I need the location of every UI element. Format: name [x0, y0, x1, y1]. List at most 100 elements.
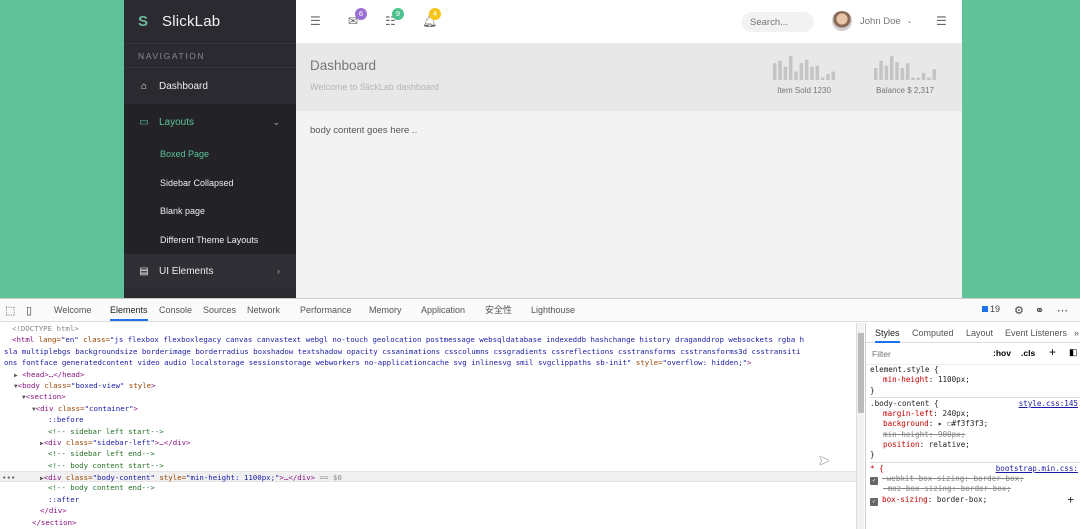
- mail-badge: 6: [355, 8, 367, 20]
- dom-line[interactable]: <!-- body content start-->: [0, 460, 856, 471]
- search-input[interactable]: [742, 12, 814, 32]
- scrollbar-thumb[interactable]: [858, 333, 864, 413]
- submenu-item-blank-page[interactable]: Blank page: [124, 197, 296, 226]
- tab-event-listeners[interactable]: Event Listeners: [1005, 328, 1067, 338]
- more-options-icon[interactable]: ⋯: [1057, 304, 1068, 317]
- style-property[interactable]: position: relative;: [870, 440, 1080, 450]
- sidebar-item-ui-elements[interactable]: ▤ UI Elements ›: [124, 254, 296, 288]
- comment: <!-- body content start-->: [48, 460, 164, 470]
- device-toolbar-icon[interactable]: ▯: [26, 304, 32, 317]
- style-property[interactable]: min-height: 1100px;: [870, 375, 1080, 385]
- issues-counter[interactable]: 19: [982, 304, 1000, 314]
- dom-line-head[interactable]: ▶ <head>…</head>: [0, 369, 856, 380]
- customize-icon[interactable]: ⚭: [1035, 304, 1044, 317]
- dom-line[interactable]: <!-- body content end-->: [0, 482, 856, 493]
- stat-balance: Balance $ 2,317: [869, 56, 941, 95]
- tag: <section>: [25, 392, 66, 402]
- style-property[interactable]: background: ▸ ☐#f3f3f3;: [870, 419, 1080, 429]
- dom-line-html[interactable]: <html lang="en" class="js flexbox flexbo…: [0, 334, 856, 345]
- rule-source-link[interactable]: bootstrap.min.css:: [996, 464, 1078, 474]
- pseudo-element: ::after: [48, 494, 80, 504]
- tab-application[interactable]: Application: [421, 299, 465, 321]
- inspect-element-icon[interactable]: ⬚: [5, 304, 15, 317]
- sidebar-item-label: Dashboard: [159, 80, 208, 92]
- tab-security[interactable]: 安全性: [485, 299, 512, 321]
- user-menu[interactable]: John Doe ⌄: [832, 11, 913, 31]
- mail-icon[interactable]: ✉ 6: [348, 8, 367, 28]
- dom-line[interactable]: ::before: [0, 414, 856, 425]
- sparkline-bar: [932, 69, 936, 80]
- tab-styles[interactable]: Styles: [875, 328, 900, 343]
- style-property-overridden[interactable]: -moz-box-sizing: border-box;: [870, 484, 1080, 494]
- bell-badge: 4: [429, 8, 441, 20]
- cls-button[interactable]: .cls: [1021, 348, 1035, 358]
- rule-source-link[interactable]: style.css:145: [1019, 399, 1078, 409]
- attr-value: sla multiplebgs backgroundsize borderima…: [4, 346, 801, 356]
- style-property-overridden[interactable]: min-height: 900px;: [870, 430, 1080, 440]
- toggle-sidebar-icon[interactable]: ☰: [310, 14, 321, 28]
- tab-welcome[interactable]: Welcome: [54, 299, 91, 321]
- style-property[interactable]: ✓ box-sizing: border-box; +: [870, 493, 1080, 506]
- tab-console[interactable]: Console: [159, 299, 192, 321]
- dom-line[interactable]: ons fontface generatedcontent video audi…: [0, 357, 856, 368]
- new-rule-plus-icon[interactable]: +: [1049, 345, 1056, 359]
- sidebar-item-layouts[interactable]: ▭ Layouts ⌄: [124, 104, 296, 140]
- tab-elements[interactable]: Elements: [110, 299, 148, 321]
- pseudo-element: ::before: [48, 415, 84, 425]
- brand[interactable]: S SlickLab: [124, 0, 296, 44]
- tab-computed[interactable]: Computed: [912, 328, 954, 338]
- expand-triangle-icon[interactable]: ▶: [14, 372, 18, 379]
- style-property[interactable]: margin-left: 240px;: [870, 409, 1080, 419]
- settings-gear-icon[interactable]: ⚙: [1014, 304, 1024, 317]
- tab-memory[interactable]: Memory: [369, 299, 402, 321]
- attr-name: lang=: [34, 335, 61, 345]
- dom-line[interactable]: <!-- sidebar left start-->: [0, 426, 856, 437]
- styles-filter-input[interactable]: [869, 346, 983, 362]
- submenu-item-boxed-page[interactable]: Boxed Page: [124, 140, 296, 169]
- home-icon: ⌂: [140, 80, 148, 92]
- sidebar-item-label: UI Elements: [159, 265, 214, 277]
- elements-scrollbar[interactable]: [856, 323, 864, 529]
- tag: </section>: [32, 517, 77, 527]
- dom-line[interactable]: </div>: [0, 505, 856, 516]
- add-property-plus-icon[interactable]: +: [1067, 493, 1074, 505]
- selected-marker: == $0: [319, 473, 342, 483]
- sparkline-bar: [788, 56, 793, 80]
- sidebar-item-dashboard[interactable]: ⌂ Dashboard: [124, 68, 296, 104]
- style-property-overridden[interactable]: ✓ -webkit-box-sizing: border-box;: [870, 474, 1080, 485]
- stat-label: Item Sold 1230: [777, 86, 831, 95]
- tab-performance[interactable]: Performance: [300, 299, 352, 321]
- dom-line-body[interactable]: ▼<body class="boxed-view" style>: [0, 380, 856, 391]
- dom-line-container[interactable]: ▼<div class="container">: [0, 403, 856, 414]
- toggle-sidebar-icon[interactable]: ◧: [1069, 347, 1078, 358]
- rule-selector[interactable]: element.style {: [870, 365, 1080, 375]
- submenu-item-sidebar-collapsed[interactable]: Sidebar Collapsed: [124, 169, 296, 198]
- dom-line-section[interactable]: ▼<section>: [0, 391, 856, 402]
- rule-selector[interactable]: * {bootstrap.min.css:: [870, 464, 1080, 474]
- dom-line-body-content-selected[interactable]: ••• ▶<div class="body-content" style="min…: [0, 471, 856, 483]
- rule-selector[interactable]: .body-content {style.css:145: [870, 399, 1080, 409]
- dom-line[interactable]: </section>: [0, 517, 856, 528]
- tag: <body: [17, 380, 40, 390]
- layouts-submenu: Boxed Page Sidebar Collapsed Blank page …: [124, 140, 296, 254]
- dom-line[interactable]: sla multiplebgs backgroundsize borderima…: [0, 346, 856, 357]
- dom-line[interactable]: <!-- sidebar left end-->: [0, 448, 856, 459]
- tag: <div: [35, 403, 54, 413]
- checkbox[interactable]: ✓: [870, 497, 878, 506]
- bell-icon[interactable]: 🔔︎ 4: [422, 8, 441, 28]
- attr-value: "js flexbox flexboxlegacy canvas canvast…: [109, 335, 805, 345]
- tab-sources[interactable]: Sources: [203, 299, 236, 321]
- hov-button[interactable]: :hov: [993, 348, 1011, 358]
- tab-layout[interactable]: Layout: [966, 328, 993, 338]
- dom-line[interactable]: <!DOCTYPE html>: [0, 323, 856, 334]
- right-panel-toggle-icon[interactable]: ☰: [936, 14, 947, 28]
- tab-network[interactable]: Network: [247, 299, 280, 321]
- dom-line-sidebar[interactable]: ▶<div class="sidebar-left">…</div>: [0, 437, 856, 448]
- attr-value: "body-content": [92, 473, 155, 483]
- page-title: Dashboard: [310, 58, 377, 73]
- tab-lighthouse[interactable]: Lighthouse: [531, 299, 575, 321]
- dom-line[interactable]: ::after: [0, 494, 856, 505]
- submenu-item-different-theme-layouts[interactable]: Different Theme Layouts: [124, 226, 296, 255]
- tasks-icon[interactable]: ☷ 9: [385, 8, 404, 28]
- more-tabs-icon[interactable]: »: [1074, 328, 1079, 338]
